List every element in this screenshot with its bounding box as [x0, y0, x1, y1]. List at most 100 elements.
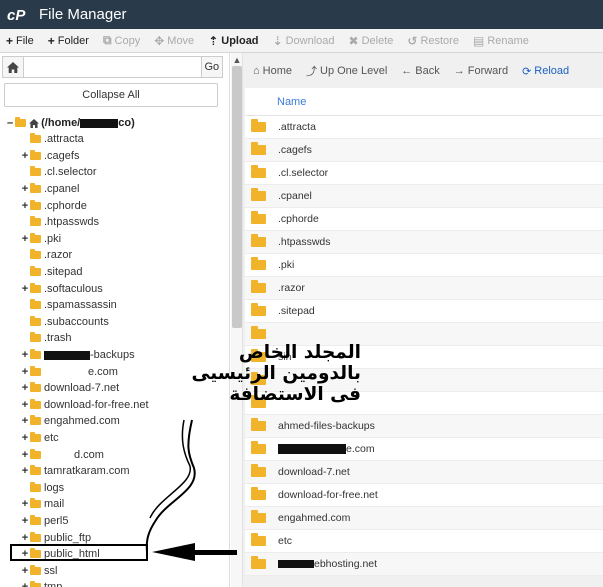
forward-button[interactable]: → Forward	[454, 65, 508, 77]
collapse-icon[interactable]: –	[7, 117, 13, 129]
table-row[interactable]: .htpasswds	[245, 231, 603, 254]
cpanel-logo-icon: cP	[6, 6, 32, 24]
tree-item[interactable]: + mail	[0, 496, 229, 513]
rename-button[interactable]: ▤ Rename	[473, 34, 529, 48]
tree-item[interactable]: + d.com	[0, 446, 229, 463]
table-row[interactable]: .cphorde	[245, 208, 603, 231]
expand-icon[interactable]: +	[20, 183, 30, 195]
table-row[interactable]: download-7.net	[245, 461, 603, 484]
expand-icon[interactable]: +	[20, 415, 30, 427]
tree-item[interactable]: + tmp	[0, 579, 229, 587]
expand-icon[interactable]: +	[20, 532, 30, 544]
go-button[interactable]: Go	[200, 56, 223, 78]
collapse-all-button[interactable]: Collapse All	[4, 83, 218, 107]
root-path-prefix: (/home/	[41, 117, 81, 129]
expand-icon[interactable]: +	[20, 565, 30, 577]
tree-item[interactable]: + perl5	[0, 513, 229, 530]
copy-button[interactable]: ⧉ Copy	[103, 33, 140, 48]
table-row[interactable]: .cpanel	[245, 185, 603, 208]
tree-item[interactable]: .subaccounts	[0, 314, 229, 331]
expand-icon[interactable]: +	[20, 498, 30, 510]
expand-icon[interactable]: +	[20, 449, 30, 461]
tree-item[interactable]: + tamratkaram.com	[0, 463, 229, 480]
table-row[interactable]: sin	[245, 346, 603, 369]
table-row[interactable]: .cl.selector	[245, 162, 603, 185]
expand-icon[interactable]: +	[20, 382, 30, 394]
tree-item[interactable]: + -backups	[0, 347, 229, 364]
table-row[interactable]: download-for-free.net	[245, 484, 603, 507]
expand-icon[interactable]: +	[20, 283, 30, 295]
tree-item[interactable]: + download-for-free.net	[0, 397, 229, 414]
expand-icon[interactable]: +	[20, 150, 30, 162]
expand-icon[interactable]: +	[20, 581, 30, 587]
upload-button[interactable]: ⇡ Upload	[208, 34, 258, 48]
tree-item[interactable]: .attracta	[0, 131, 229, 148]
table-row[interactable]: etc	[245, 530, 603, 553]
restore-button[interactable]: ↺ Restore	[407, 34, 459, 48]
scrollbar-thumb[interactable]	[232, 66, 242, 328]
tree-item[interactable]: logs	[0, 479, 229, 496]
expand-icon[interactable]: +	[20, 515, 30, 527]
tree-item[interactable]: .htpasswds	[0, 214, 229, 231]
tree-root[interactable]: – (/home/ co)	[0, 115, 229, 131]
expand-icon[interactable]: +	[20, 200, 30, 212]
rename-icon: ▤	[472, 33, 485, 48]
tree-item[interactable]: + .softaculous	[0, 280, 229, 297]
new-folder-button[interactable]: + Folder	[48, 34, 89, 48]
table-row[interactable]: .attracta	[245, 116, 603, 139]
table-row[interactable]: .sitepad	[245, 300, 603, 323]
tree-item[interactable]: + etc	[0, 430, 229, 447]
tree-item[interactable]: + .pki	[0, 231, 229, 248]
delete-button[interactable]: ✖ Delete	[349, 34, 394, 48]
table-row[interactable]: e.com	[245, 438, 603, 461]
expand-icon[interactable]: +	[20, 233, 30, 245]
expand-icon[interactable]: +	[20, 432, 30, 444]
table-row[interactable]	[245, 323, 603, 346]
expand-icon[interactable]: +	[20, 366, 30, 378]
tree-item[interactable]: .spamassassin	[0, 297, 229, 314]
scroll-up-icon[interactable]: ▲	[232, 55, 242, 65]
nav-home-button[interactable]: ⌂ Home	[253, 65, 292, 77]
tree-item[interactable]: + ssl	[0, 562, 229, 579]
tree-item[interactable]: + engahmed.com	[0, 413, 229, 430]
file-table: Name .attracta .cagefs .cl.selector .cpanel…	[245, 88, 603, 576]
expand-icon[interactable]: +	[20, 548, 30, 560]
left-panel-scrollbar[interactable]: ▲	[231, 53, 243, 587]
file-name: download-for-free.net	[278, 489, 378, 501]
reload-button[interactable]: ⟳ Reload	[522, 65, 569, 78]
up-one-level-button[interactable]: ⤴ Up One Level	[306, 63, 387, 79]
expand-icon[interactable]: +	[20, 465, 30, 477]
folder-icon	[30, 531, 41, 542]
tree-item[interactable]: .cl.selector	[0, 164, 229, 181]
table-row[interactable]	[245, 369, 603, 392]
path-input[interactable]	[23, 56, 201, 78]
directory-tree-panel: Go Collapse All – (/home/ co) .attracta +…	[0, 53, 230, 587]
tree-item[interactable]: .trash	[0, 330, 229, 347]
new-file-button[interactable]: + File	[6, 34, 34, 48]
table-row[interactable]: ahmed-files-backups	[245, 415, 603, 438]
folder-icon	[251, 234, 266, 247]
tree-item[interactable]: + .cpanel	[0, 181, 229, 198]
home-button[interactable]	[2, 56, 24, 78]
tree-item[interactable]: + e.com	[0, 363, 229, 380]
tree-item[interactable]: + public_html	[0, 546, 229, 563]
tree-item[interactable]: + .cphorde	[0, 197, 229, 214]
tree-item[interactable]: + .cagefs	[0, 148, 229, 165]
expand-icon[interactable]: +	[20, 399, 30, 411]
file-name: ahmed-files-backups	[278, 420, 375, 432]
table-row[interactable]: .cagefs	[245, 139, 603, 162]
move-button[interactable]: ✥ Move	[154, 34, 194, 48]
table-row[interactable]: .razor	[245, 277, 603, 300]
table-row[interactable]: engahmed.com	[245, 507, 603, 530]
table-row[interactable]: .pki	[245, 254, 603, 277]
tree-item[interactable]: .razor	[0, 247, 229, 264]
tree-item[interactable]: + public_ftp	[0, 529, 229, 546]
back-button[interactable]: ← Back	[401, 65, 439, 77]
table-row[interactable]	[245, 392, 603, 415]
name-column-header[interactable]: Name	[277, 96, 306, 108]
tree-item[interactable]: + download-7.net	[0, 380, 229, 397]
tree-item[interactable]: .sitepad	[0, 264, 229, 281]
expand-icon[interactable]: +	[20, 349, 30, 361]
download-button[interactable]: ⇣ Download	[273, 34, 335, 48]
table-row[interactable]: ebhosting.net	[245, 553, 603, 576]
